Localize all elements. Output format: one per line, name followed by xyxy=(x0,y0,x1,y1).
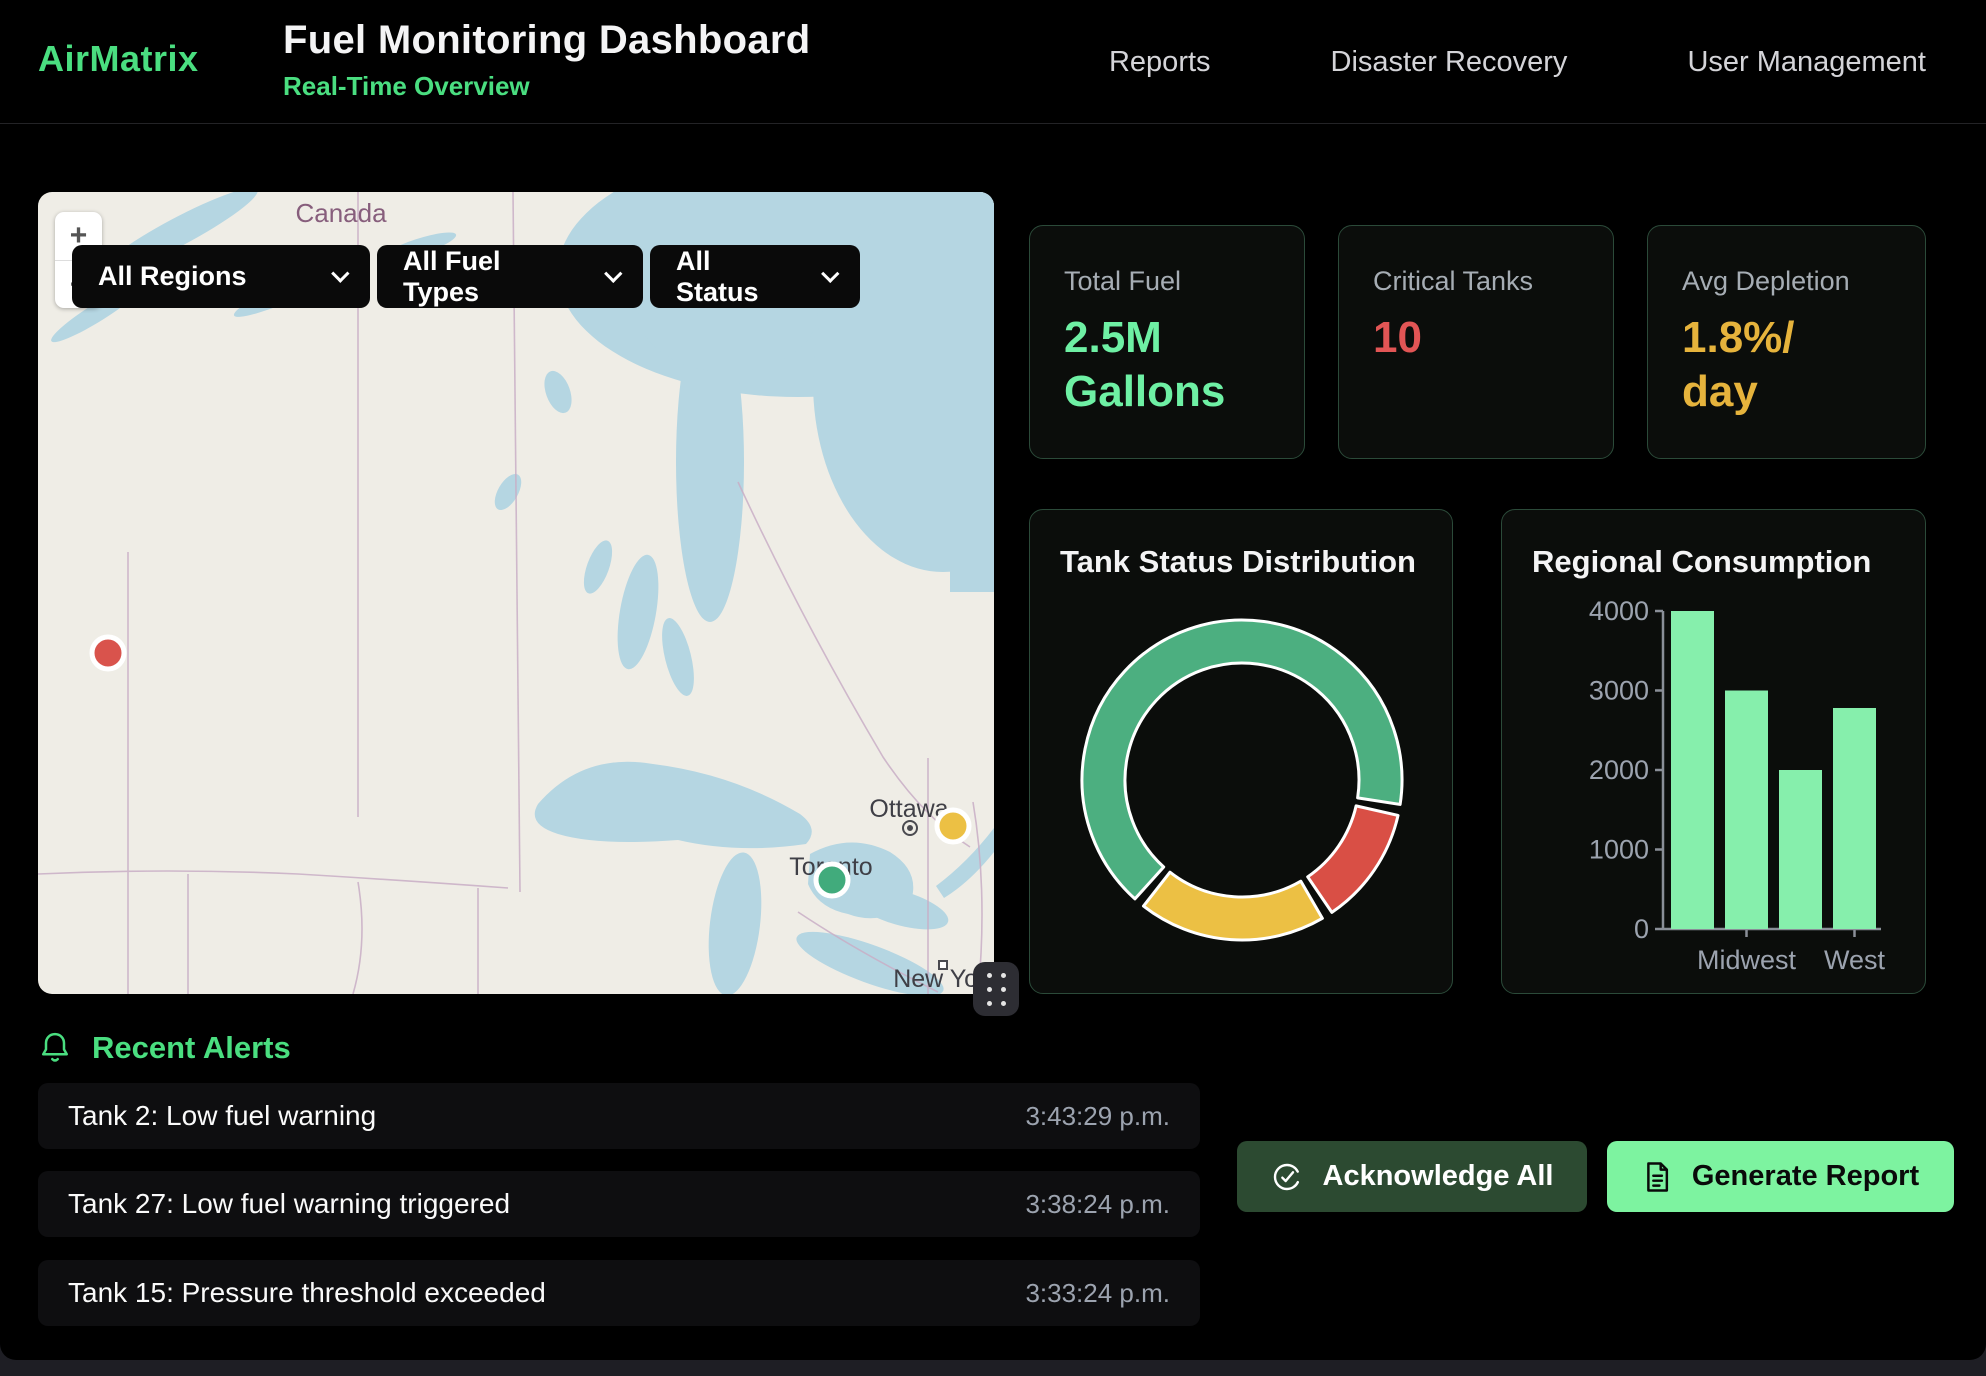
stat-card-critical-tanks: Critical Tanks 10 xyxy=(1338,225,1614,459)
check-circle-icon xyxy=(1271,1161,1303,1193)
tank-marker-warning[interactable] xyxy=(937,810,969,842)
report-document-icon xyxy=(1642,1161,1672,1193)
status-filter-dropdown[interactable]: All Status xyxy=(650,245,860,308)
alerts-header: Recent Alerts xyxy=(38,1030,291,1066)
svg-text:West: West xyxy=(1824,945,1886,975)
stat-value: 2.5M Gallons xyxy=(1064,311,1270,418)
alert-row[interactable]: Tank 27: Low fuel warning triggered 3:38… xyxy=(38,1171,1200,1237)
nav-item-disaster-recovery[interactable]: Disaster Recovery xyxy=(1331,46,1568,79)
donut-segment-yellow xyxy=(1143,872,1322,940)
acknowledge-all-button[interactable]: Acknowledge All xyxy=(1237,1141,1587,1212)
generate-report-label: Generate Report xyxy=(1692,1160,1919,1193)
stat-value: 10 xyxy=(1373,311,1579,365)
regional-consumption-card: Regional Consumption 0 1000 2000 3000 4000 Mi… xyxy=(1501,509,1926,994)
alert-time: 3:38:24 p.m. xyxy=(1025,1189,1170,1220)
stat-label: Avg Depletion xyxy=(1682,266,1891,297)
fuel-monitoring-app: AirMatrix Fuel Monitoring Dashboard Real… xyxy=(0,0,1986,1360)
map-label-canada: Canada xyxy=(295,198,387,228)
fuel-type-filter-value: All Fuel Types xyxy=(403,246,578,308)
region-filter-dropdown[interactable]: All Regions xyxy=(72,245,370,308)
bar-West xyxy=(1833,708,1876,929)
bar-region-2 xyxy=(1779,770,1822,929)
app-header: AirMatrix Fuel Monitoring Dashboard Real… xyxy=(0,0,1986,124)
alert-row[interactable]: Tank 15: Pressure threshold exceeded 3:3… xyxy=(38,1260,1200,1326)
chevron-down-icon xyxy=(604,265,622,283)
svg-text:Midwest: Midwest xyxy=(1697,945,1797,975)
tank-status-donut-chart xyxy=(1060,580,1424,980)
map-panel[interactable]: Canada Ottawa Toronto New York + − All R… xyxy=(38,192,994,994)
bell-icon xyxy=(38,1030,72,1066)
region-filter-value: All Regions xyxy=(98,261,247,292)
stat-label: Total Fuel xyxy=(1064,266,1270,297)
nav-item-reports[interactable]: Reports xyxy=(1109,46,1211,79)
ottawa-town-icon xyxy=(903,821,917,835)
svg-text:2000: 2000 xyxy=(1589,755,1649,785)
alerts-title: Recent Alerts xyxy=(92,1030,291,1066)
bar-chart-title: Regional Consumption xyxy=(1532,544,1895,580)
stat-card-avg-depletion: Avg Depletion 1.8%/ day xyxy=(1647,225,1926,459)
alert-message: Tank 15: Pressure threshold exceeded xyxy=(68,1277,546,1309)
alert-row[interactable]: Tank 2: Low fuel warning 3:43:29 p.m. xyxy=(38,1083,1200,1149)
svg-text:1000: 1000 xyxy=(1589,835,1649,865)
map-filters: All Regions All Fuel Types All Status xyxy=(72,245,860,308)
brand-logo: AirMatrix xyxy=(38,38,199,80)
chevron-down-icon xyxy=(821,265,839,283)
svg-text:0: 0 xyxy=(1634,914,1649,944)
main-nav: Reports Disaster Recovery User Managemen… xyxy=(1109,0,1926,124)
title-block: Fuel Monitoring Dashboard Real-Time Over… xyxy=(283,18,810,102)
tank-status-distribution-card: Tank Status Distribution xyxy=(1029,509,1453,994)
page-subtitle: Real-Time Overview xyxy=(283,71,810,102)
alert-message: Tank 2: Low fuel warning xyxy=(68,1100,376,1132)
acknowledge-all-label: Acknowledge All xyxy=(1323,1160,1554,1193)
alert-time: 3:43:29 p.m. xyxy=(1025,1101,1170,1132)
nav-item-user-management[interactable]: User Management xyxy=(1687,46,1926,79)
donut-chart-title: Tank Status Distribution xyxy=(1060,544,1422,580)
svg-text:3000: 3000 xyxy=(1589,676,1649,706)
map-attribution-grip[interactable] xyxy=(973,962,1019,1016)
page-title: Fuel Monitoring Dashboard xyxy=(283,18,810,63)
tank-marker-critical[interactable] xyxy=(92,637,124,669)
fuel-type-filter-dropdown[interactable]: All Fuel Types xyxy=(377,245,643,308)
stat-label: Critical Tanks xyxy=(1373,266,1579,297)
map-canvas: Canada Ottawa Toronto New York xyxy=(38,192,994,994)
svg-text:4000: 4000 xyxy=(1589,596,1649,626)
tank-marker-normal[interactable] xyxy=(816,864,848,896)
stat-value: 1.8%/ day xyxy=(1682,311,1891,418)
stat-card-total-fuel: Total Fuel 2.5M Gallons xyxy=(1029,225,1305,459)
status-filter-value: All Status xyxy=(676,246,795,308)
chevron-down-icon xyxy=(331,264,349,282)
bar-region-0 xyxy=(1671,611,1714,929)
regional-consumption-bar-chart: 0 1000 2000 3000 4000 Midwest West xyxy=(1532,580,1897,980)
bar-Midwest xyxy=(1725,691,1768,930)
donut-segment-red xyxy=(1308,806,1398,912)
generate-report-button[interactable]: Generate Report xyxy=(1607,1141,1954,1212)
alert-message: Tank 27: Low fuel warning triggered xyxy=(68,1188,510,1220)
alert-time: 3:33:24 p.m. xyxy=(1025,1278,1170,1309)
